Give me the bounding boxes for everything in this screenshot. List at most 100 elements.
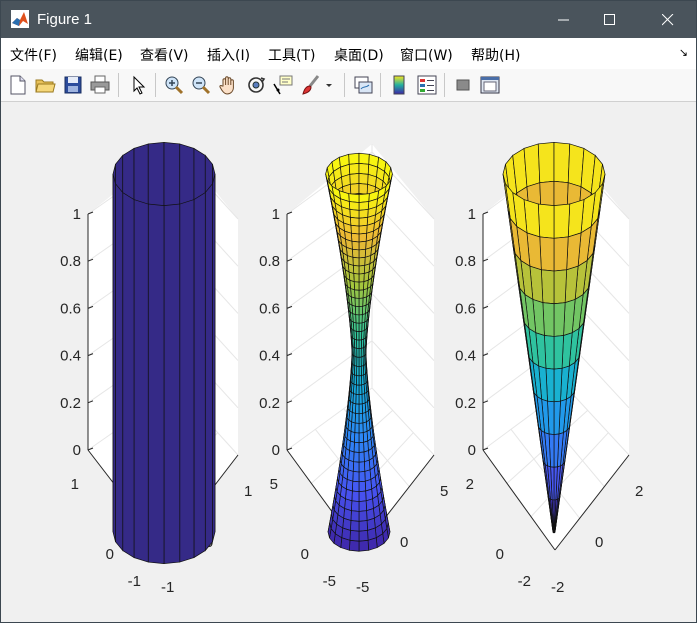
z-tick-label: 0.6 [60,300,81,317]
save-disk-icon [64,76,82,94]
surface-patch [358,273,365,283]
surface-patch [358,256,366,267]
toolbar-separator [344,73,345,97]
toolbar-separator [118,73,119,97]
y-tick-label: 0 [301,546,309,563]
window-title: Figure 1 [37,11,93,28]
menu-bar: 文件(F) 编辑(E) 查看(V) 插入(I) 工具(T) 桌面(D) 窗口(W… [1,38,696,70]
surface-patch [358,173,369,185]
y-tick-label: 0 [496,546,504,563]
surface-patch [362,430,369,443]
show-tools-icon [480,76,500,94]
pan-button[interactable] [217,74,239,96]
surface-patch [350,510,360,522]
surface-patch [348,201,360,211]
menu-help[interactable]: 帮助(H) [471,45,520,65]
surface-plots[interactable]: 0 0.2 0.4 0.6 0.8 1 -1 0 1 -1 0 1 0 0.2 0.4 0.6 0.8 1 -5 0 5… [2,102,696,622]
legend-button[interactable] [416,74,438,96]
hand-pan-icon [219,76,234,95]
surface-patch [354,432,360,444]
menu-file[interactable]: 文件(F) [10,45,57,65]
print-button[interactable] [89,74,111,96]
new-figure-button[interactable] [7,74,29,96]
data-cursor-button[interactable] [272,74,294,96]
rotate-3d-icon [248,77,266,93]
z-tick-label: 0.8 [60,253,81,270]
surface-patch [358,248,366,259]
toolbar-separator [444,73,445,97]
surface-patch [193,191,206,559]
surface-patch [358,480,367,493]
surface-patch [358,152,370,165]
menu-insert[interactable]: 插入(I) [207,45,250,65]
edit-plot-button[interactable] [127,74,149,96]
surface-patch [358,375,363,386]
surface-patch [358,500,367,512]
menu-view[interactable]: 查看(V) [140,45,189,65]
surface-patch [353,281,360,291]
surface-patch [358,305,364,316]
z-tick-label: 1 [73,206,81,223]
z-tick-label: 0.2 [259,395,280,412]
menu-desktop[interactable]: 桌面(D) [334,45,384,65]
surface-patch [351,240,360,251]
undock-arrow-icon[interactable]: ↘ [679,46,688,59]
surface-patch [179,199,195,563]
surface-patch [358,490,367,502]
open-file-button[interactable] [34,74,56,96]
z-tick-label: 0.6 [455,300,476,317]
surface-patch [353,273,360,283]
surface-patch [358,193,370,203]
x-tick-label: -1 [161,579,174,596]
zoom-out-button[interactable] [190,74,212,96]
hide-plot-tools-button[interactable] [452,74,474,96]
title-bar[interactable]: Figure 1 [1,1,696,38]
colorbar-button[interactable] [388,74,410,96]
surface-patch [163,203,181,565]
zoom-in-button[interactable] [163,74,185,96]
surface-patch [349,173,360,185]
surface-patch [352,256,360,267]
menu-edit[interactable]: 编辑(E) [75,45,123,65]
x-tick-label: 5 [440,483,448,500]
menu-window[interactable]: 窗口(W) [400,45,453,65]
close-icon [662,13,674,25]
maximize-button[interactable] [587,1,633,38]
surface-patch [363,440,369,453]
figure-canvas[interactable]: 0 0.2 0.4 0.6 0.8 1 -1 0 1 -1 0 1 0 0.2 0.4 0.6 0.8 1 -5 0 5… [2,102,696,622]
surface-patch [358,281,365,291]
surface-patch [537,141,555,184]
link-plot-button[interactable] [352,74,374,96]
surface-patch [358,232,367,243]
surface-patch [348,193,360,203]
save-button[interactable] [62,74,84,96]
rotate-3d-button[interactable] [245,74,267,96]
surface-patch [352,471,360,483]
surface-patch [358,183,369,195]
surface-patch [363,450,370,463]
surface-patch [351,490,360,502]
z-tick-label: 0 [272,442,280,459]
surface-patch [358,209,369,219]
surface-patch [351,232,360,243]
x-tick-label: 1 [244,483,252,500]
show-plot-tools-button[interactable] [479,74,501,96]
brush-button[interactable] [300,74,322,96]
brush-dropdown-button[interactable] [323,74,335,96]
surface-patch [358,530,369,542]
surface-patch [350,520,360,532]
z-tick-label: 0.4 [455,348,476,365]
surface-patch [358,365,362,377]
surface-patch [204,182,213,552]
minimize-button[interactable] [541,1,587,38]
surface-patch [553,203,571,239]
z-tick-label: 0.8 [455,253,476,270]
surface-patch [358,461,366,473]
menu-tools[interactable]: 工具(T) [268,45,315,65]
close-button[interactable] [645,1,691,38]
surface-patch [553,335,564,370]
surface-patch [358,339,362,350]
surface-patch [358,539,369,552]
surface-patch [122,191,135,559]
surface-patch [358,471,366,483]
